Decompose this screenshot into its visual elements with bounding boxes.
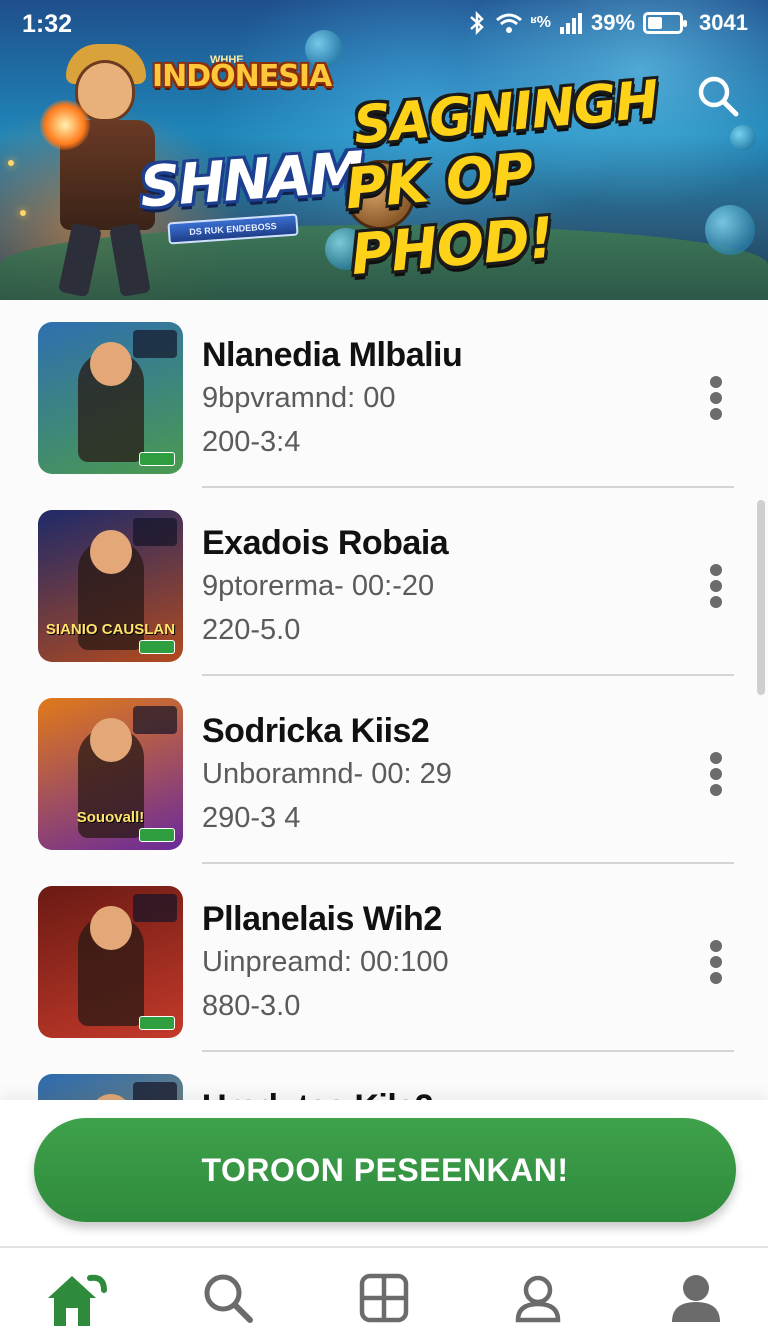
logo-top-text: INDONESIA [152,59,332,94]
logo-ribbon: DS RUK ENDEBOSS [167,213,299,245]
battery-icon [643,12,688,34]
more-options-button[interactable] [700,372,732,428]
banner-headline: SAGNINGH PK OP PHOD! [337,63,752,289]
status-signal-text: ʶ% [530,14,551,31]
game-list[interactable]: Nlanedia Mlbaliu 9bpvramnd: 00 200-3:4 SIAN… [0,300,768,1100]
more-options-button[interactable] [700,748,732,804]
list-item[interactable]: Nlanedia Mlbaliu 9bpvramnd: 00 200-3:4 [0,300,768,488]
list-item-meta: 9ptorerma- 00:-20 [202,570,435,602]
game-thumbnail[interactable] [38,322,183,474]
nav-item-home[interactable] [42,1270,107,1326]
home-icon [48,1274,107,1326]
list-item[interactable]: Pllanelais Wih2 Uinpreamd: 00:100 880-3.0 [0,864,768,1052]
user-icon [672,1275,720,1322]
more-vertical-icon [700,940,732,984]
game-thumbnail[interactable]: SIANIO CAUSLAN [38,510,183,662]
list-item-date: 200-3:4 [202,426,301,458]
thumbnail-badge [139,828,175,842]
game-thumbnail[interactable] [38,886,183,1038]
status-icons: ʶ% 39% 3041 [467,10,748,36]
list-item-meta: Uinpreamd: 00:100 [202,946,449,978]
game-logo: WHHE INDONESIA SHNAM DS RUK ENDEBOSS [137,54,415,250]
thumbnail-tag [133,706,177,734]
search-icon [698,76,739,117]
nav-item-profile[interactable] [668,1270,724,1326]
wifi-icon [495,13,522,33]
thumbnail-tag [133,1082,177,1100]
game-thumbnail[interactable] [38,1074,183,1100]
list-item[interactable]: SIANIO CAUSLAN Exadois Robaia 9ptorerma- 0… [0,488,768,676]
banner-spark [20,210,26,216]
thumbnail-badge [139,640,175,654]
nav-item-profile-outline[interactable] [510,1270,566,1326]
list-item-date: 880-3.0 [202,990,301,1022]
search-button[interactable] [694,72,742,120]
status-bar: 1:32 ʶ% 39% 3041 [0,0,768,48]
bottom-navigation [0,1246,768,1344]
list-item-title: Uradutas Kila2 [202,1088,434,1100]
list-item[interactable]: Souovall! Sodricka Kiis2 Unboramnd- 00: 29… [0,676,768,864]
user-outline-icon [515,1275,561,1323]
grid-icon [359,1273,409,1323]
more-vertical-icon [700,752,732,796]
status-time: 1:32 [22,10,73,38]
list-item-title: Nlanedia Mlbaliu [202,336,463,374]
nav-item-grid[interactable] [356,1270,412,1326]
banner-spark [8,160,14,166]
thumbnail-badge [139,1016,175,1030]
nav-item-search[interactable] [200,1270,256,1326]
list-item-title: Sodricka Kiis2 [202,712,430,750]
more-options-button[interactable] [700,936,732,992]
thumbnail-caption: SIANIO CAUSLAN [45,621,176,638]
thumbnail-tag [133,518,177,546]
thumbnail-tag [133,330,177,358]
cta-area: TOROON PESEENKAN! [0,1100,768,1246]
primary-cta-button[interactable]: TOROON PESEENKAN! [34,1118,736,1222]
list-item-meta: Unboramnd- 00: 29 [202,758,452,790]
more-vertical-icon [700,564,732,608]
thumbnail-caption: Souovall! [76,809,145,826]
list-item-date: 220-5.0 [202,614,301,646]
list-item[interactable]: Uradutas Kila2 [0,1052,768,1100]
logo-main-text: SHNAM [137,140,366,221]
more-options-button[interactable] [700,560,732,616]
cell-signal-icon [560,13,582,34]
game-thumbnail[interactable]: Souovall! [38,698,183,850]
thumbnail-tag [133,894,177,922]
bluetooth-icon [469,11,484,35]
list-item-meta: 9bpvramnd: 00 [202,382,396,414]
list-item-date: 290-3 4 [202,802,301,834]
thumbnail-badge [139,452,175,466]
more-vertical-icon [700,376,732,420]
list-item-title: Exadois Robaia [202,524,449,562]
list-item-title: Pllanelais Wih2 [202,900,442,938]
status-right-text: 3041 [699,10,748,35]
search-icon [204,1274,253,1323]
status-battery-percent: 39% [591,10,636,35]
scrollbar[interactable] [757,500,765,695]
